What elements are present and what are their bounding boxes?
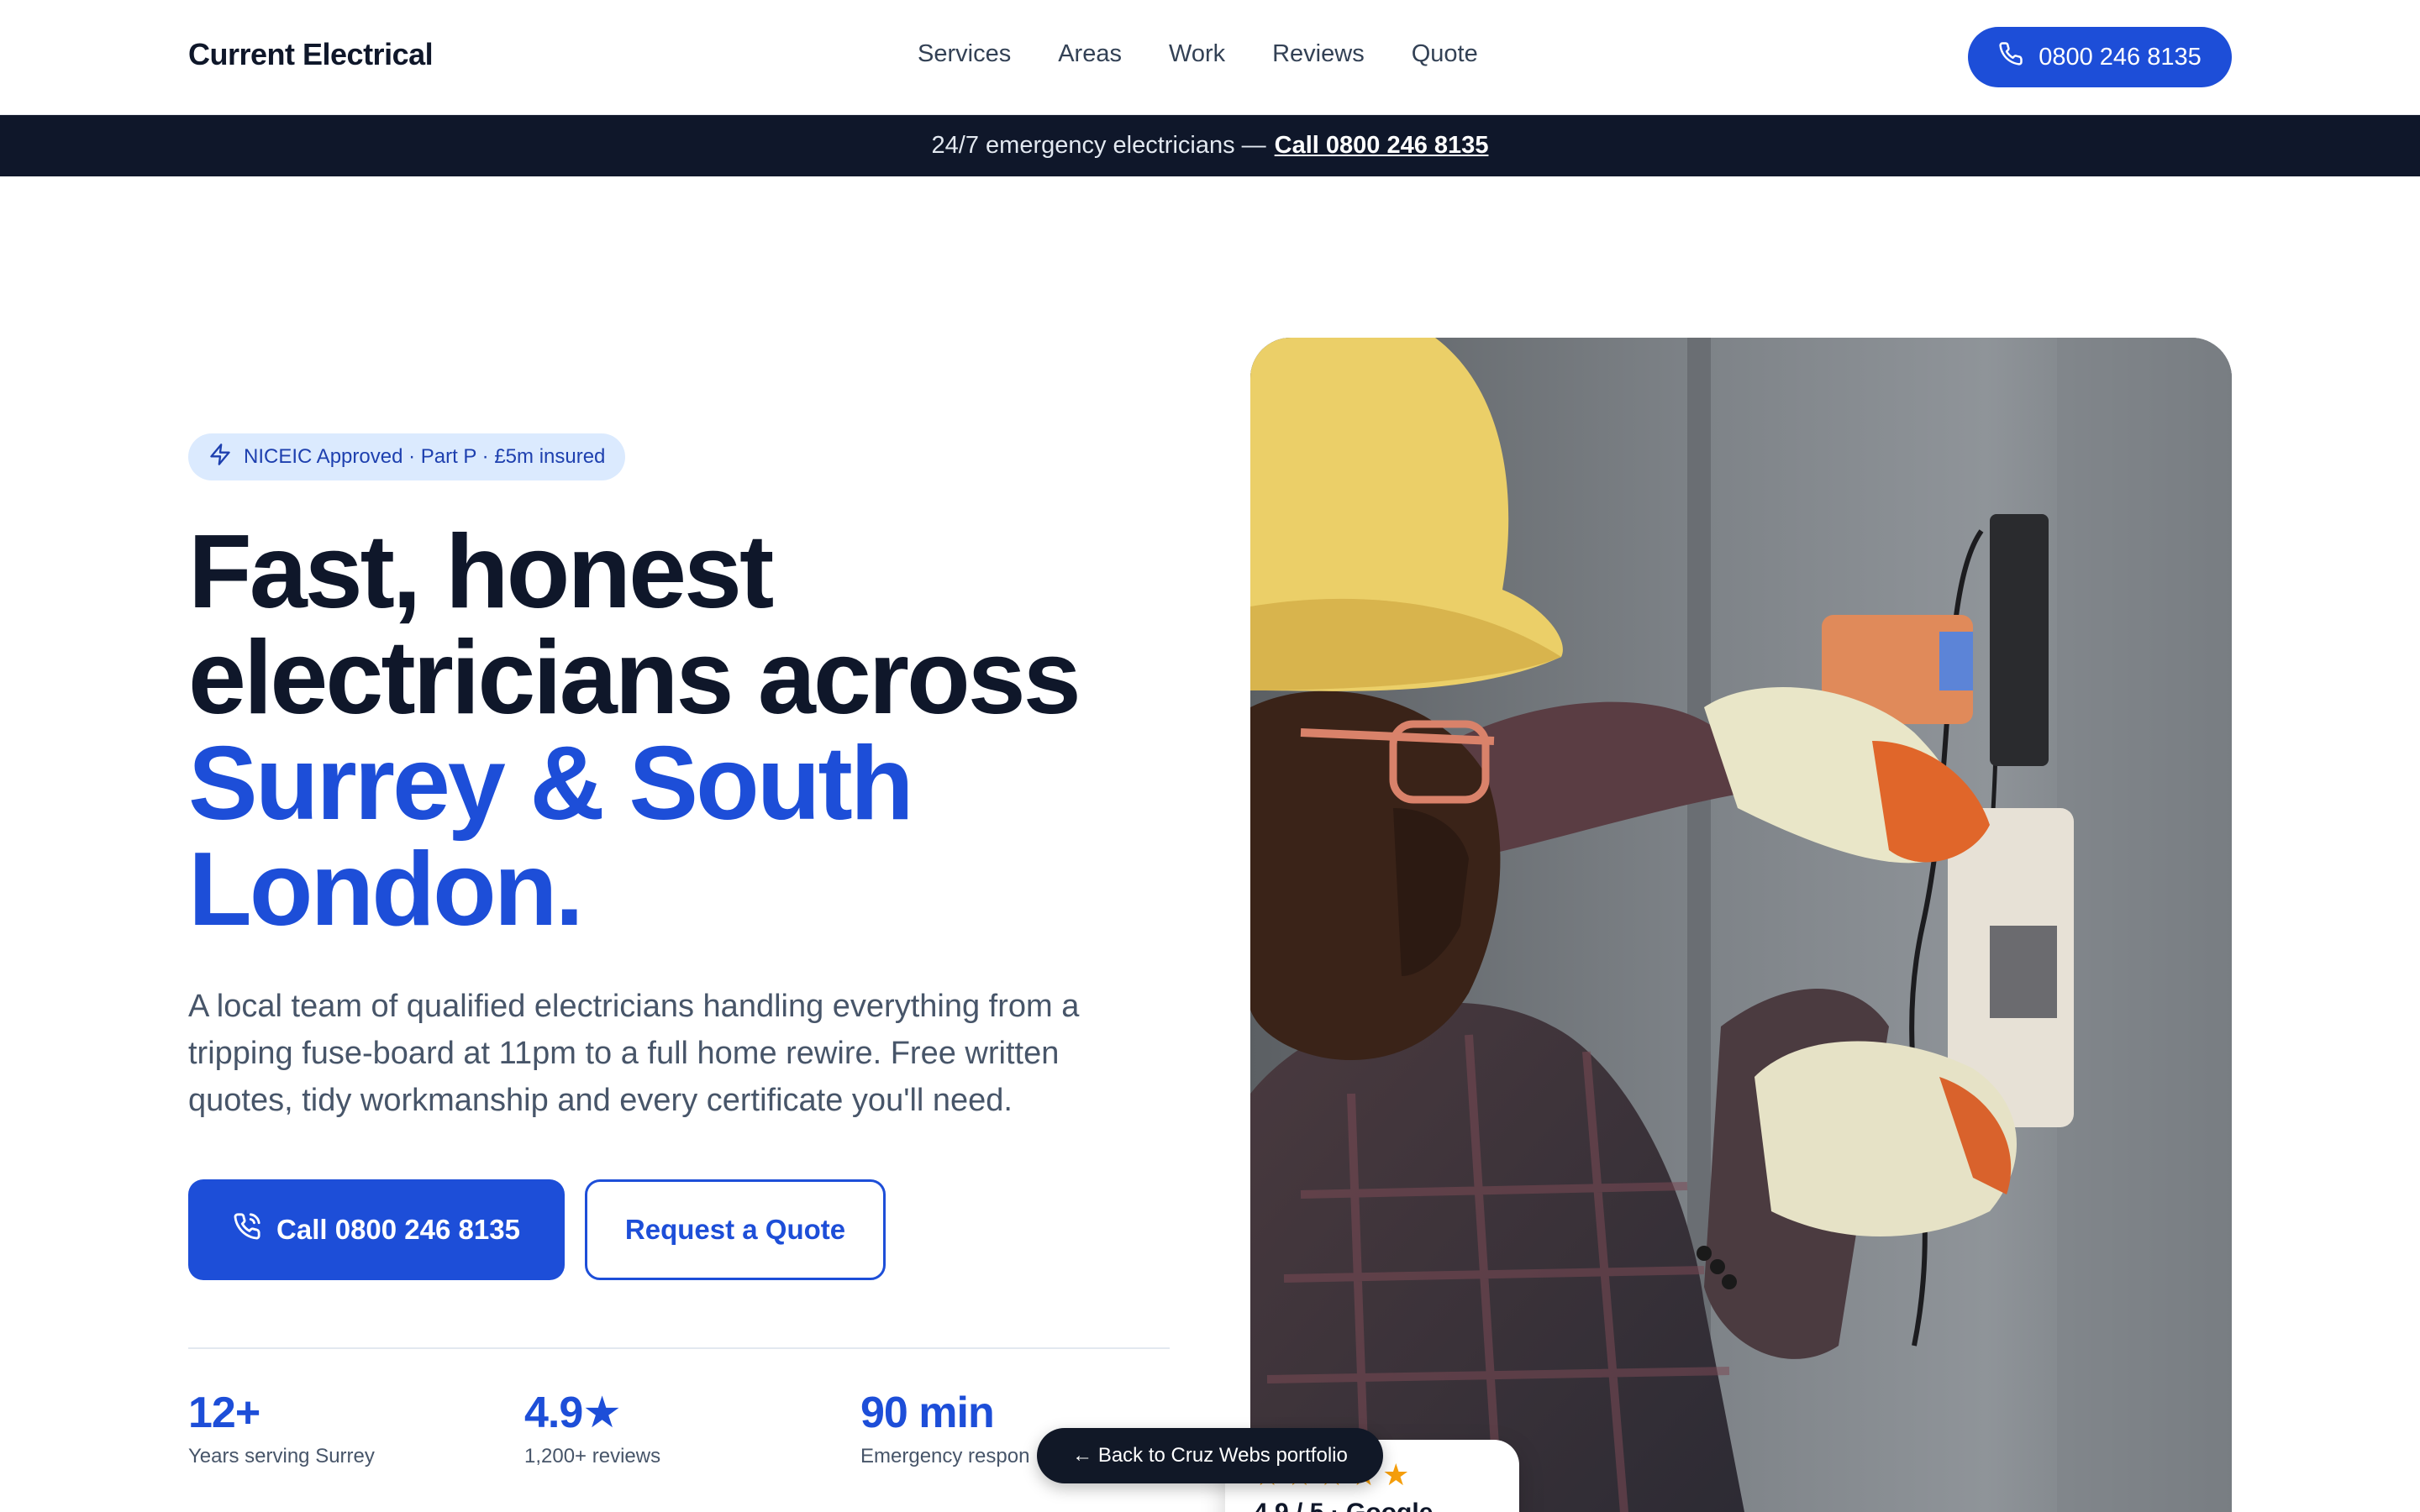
call-cta-button[interactable]: Call 0800 246 8135 xyxy=(188,1179,565,1280)
nav-quote[interactable]: Quote xyxy=(1412,40,1478,68)
headline-accent-2: London. xyxy=(188,832,584,948)
stat-value: 12+ xyxy=(188,1389,260,1437)
nav-work[interactable]: Work xyxy=(1169,40,1225,68)
emergency-call-link[interactable]: Call 0800 246 8135 xyxy=(1275,132,1489,160)
stat-label: Emergency respon xyxy=(860,1445,1030,1467)
stat-response: 90 min Emergency respon xyxy=(860,1386,1029,1468)
stat-label: Years serving Surrey xyxy=(188,1445,375,1467)
request-quote-button[interactable]: Request a Quote xyxy=(585,1179,886,1280)
headline-line-2: electricians across xyxy=(188,620,1081,736)
stat-label: 1,200+ reviews xyxy=(524,1445,661,1467)
hero-description: A local team of qualified electricians h… xyxy=(188,989,1080,1118)
hero-photo-electrician xyxy=(1250,338,2232,1512)
call-cta-label: Call 0800 246 8135 xyxy=(276,1214,520,1245)
headline-accent-1: Surrey & South xyxy=(188,726,914,842)
main-nav: Services Areas Work Reviews Quote xyxy=(918,40,1478,68)
stat-years: 12+ Years serving Surrey xyxy=(188,1386,375,1468)
nav-areas[interactable]: Areas xyxy=(1058,40,1122,68)
headline-line-1: Fast, honest xyxy=(188,514,774,630)
emergency-bar: 24/7 emergency electricians — Call 0800 … xyxy=(0,115,2420,176)
phone-icon xyxy=(1998,41,2023,73)
site-header: Current Electrical Services Areas Work R… xyxy=(0,0,2420,115)
hero-headline: Fast, honest electricians across Surrey … xyxy=(188,519,1197,942)
star-icon: ★ xyxy=(1382,1457,1410,1492)
back-to-portfolio-button[interactable]: ← Back to Cruz Webs portfolio xyxy=(1037,1428,1383,1483)
accreditation-badge: NICEIC Approved · Part P · £5m insured xyxy=(188,433,626,480)
nav-reviews[interactable]: Reviews xyxy=(1272,40,1365,68)
lightning-icon xyxy=(208,443,232,472)
page: Current Electrical Services Areas Work R… xyxy=(0,0,2420,1512)
stat-value: 90 min xyxy=(860,1389,995,1437)
stat-reviews: 4.9★ 1,200+ reviews xyxy=(524,1386,660,1468)
emergency-text: 24/7 emergency electricians — xyxy=(931,132,1266,159)
badge-text: NICEIC Approved · Part P · £5m insured xyxy=(244,445,606,468)
stat-value: 4.9★ xyxy=(524,1389,622,1437)
review-card-text: 4.9 / 5 · Google xyxy=(1254,1499,1433,1512)
brand-logo[interactable]: Current Electrical xyxy=(188,37,434,72)
stats-divider xyxy=(188,1347,1170,1349)
header-call-label: 0800 246 8135 xyxy=(2039,43,2202,71)
nav-services[interactable]: Services xyxy=(918,40,1011,68)
header-call-button[interactable]: 0800 246 8135 xyxy=(1968,27,2232,87)
phone-ringing-icon xyxy=(233,1212,261,1247)
